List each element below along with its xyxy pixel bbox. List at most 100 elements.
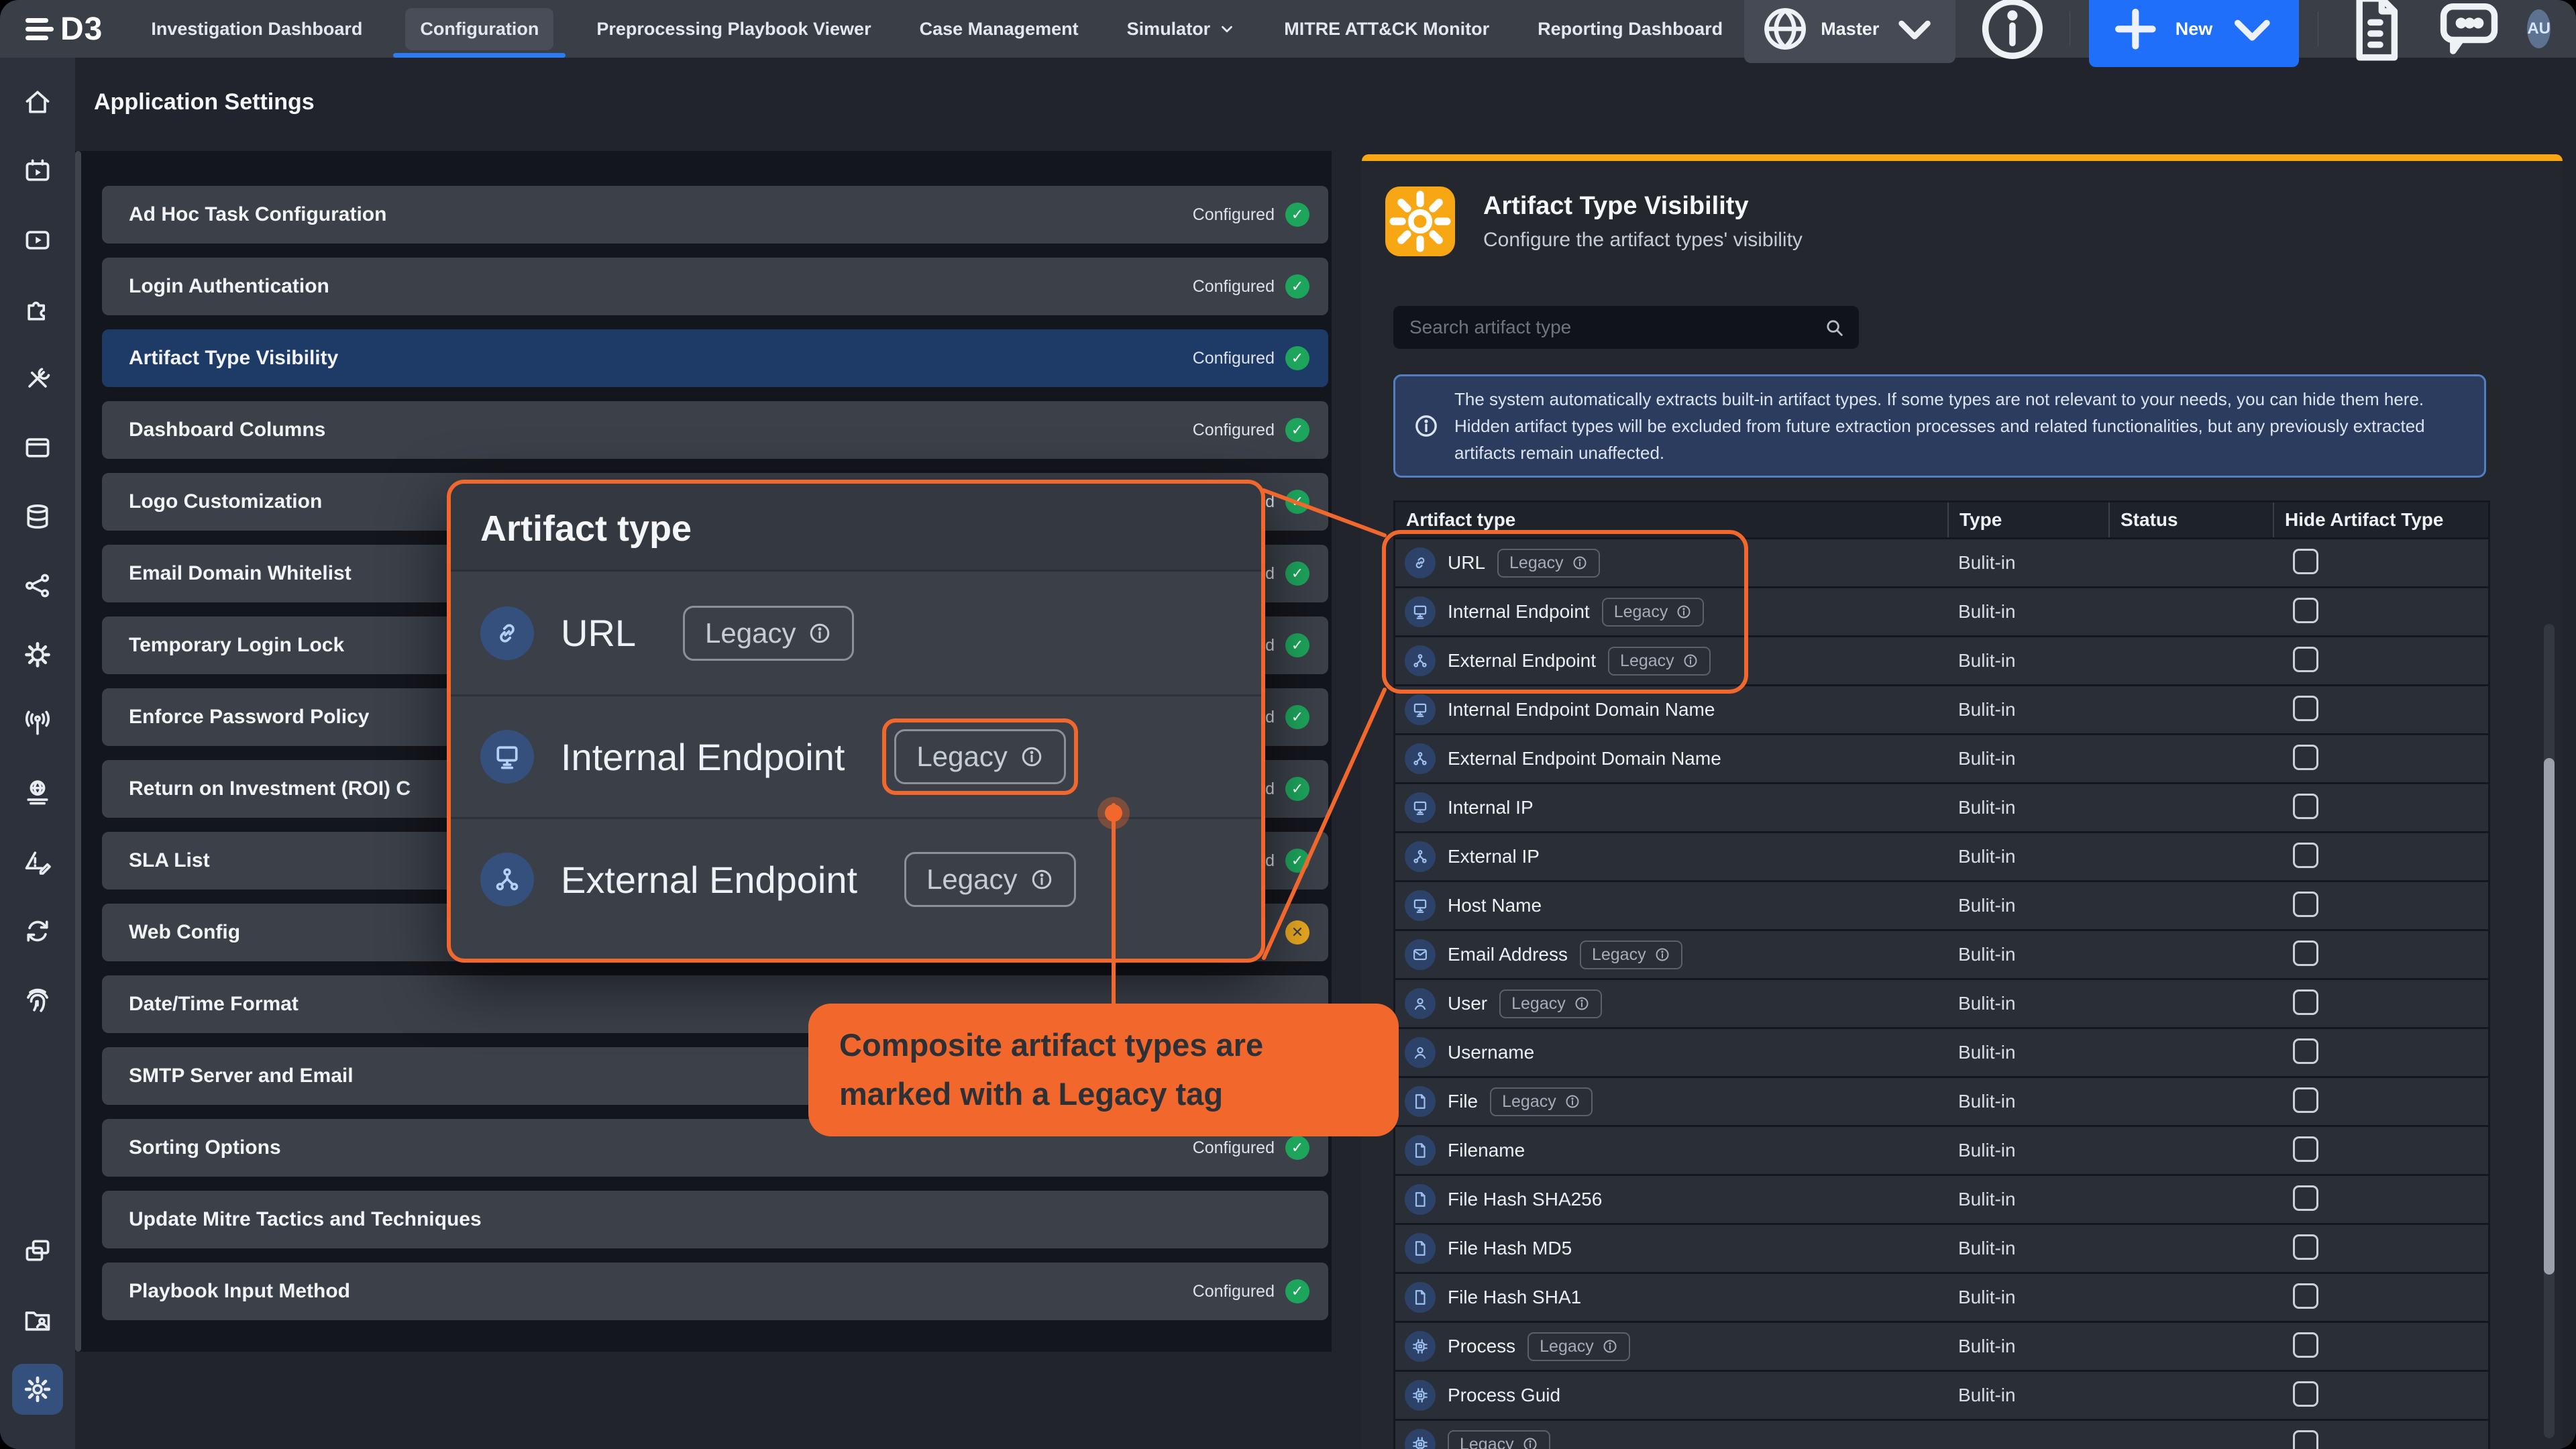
callout-row-external-endpoint: External EndpointLegacy [451, 817, 1261, 940]
artifact-type-label: Filename [1448, 1140, 1525, 1161]
sidebar-item-database[interactable] [12, 491, 63, 542]
legacy-tag[interactable]: Legacy [1580, 941, 1682, 969]
hide-artifact-checkbox[interactable] [2293, 1038, 2318, 1064]
hide-artifact-checkbox[interactable] [2293, 696, 2318, 721]
sidebar-item-calendar-play[interactable] [12, 146, 63, 197]
release-notes-icon[interactable] [2337, 0, 2414, 67]
settings-item-login-authentication[interactable]: Login AuthenticationConfigured✓ [102, 258, 1328, 315]
hide-artifact-checkbox[interactable] [2293, 892, 2318, 917]
menu-bars-icon [25, 18, 54, 40]
panel-scrollbar-thumb[interactable] [2544, 758, 2555, 1275]
sidebar-item-puzzle[interactable] [12, 284, 63, 335]
sidebar-item-share[interactable] [12, 560, 63, 611]
sidebar-item-api-gear[interactable] [12, 629, 63, 680]
sidebar-item-alert-edit[interactable] [12, 837, 63, 888]
settings-item-artifact-type-visibility[interactable]: Artifact Type VisibilityConfigured✓ [102, 329, 1328, 387]
legacy-tag[interactable]: Legacy [683, 606, 854, 661]
type-value: Bulit-in [1947, 944, 2108, 965]
type-value: Bulit-in [1947, 552, 2108, 574]
legacy-tag[interactable]: Legacy [904, 852, 1075, 907]
globe-lines-icon [23, 778, 52, 808]
chat-icon[interactable] [2432, 0, 2509, 67]
tab-mitre-att-ck-monitor[interactable]: MITRE ATT&CK Monitor [1263, 0, 1511, 58]
settings-item-dashboard-columns[interactable]: Dashboard ColumnsConfigured✓ [102, 401, 1328, 459]
fingerprint-icon [23, 985, 52, 1015]
top-nav-bar: D3 Investigation DashboardConfigurationP… [0, 0, 2576, 58]
configured-status: Configured [1193, 1282, 1275, 1301]
settings-item-update-mitre-tactics-and-techniques[interactable]: Update Mitre Tactics and Techniques [102, 1191, 1328, 1248]
legacy-tag[interactable]: Legacy [1527, 1332, 1630, 1361]
share-icon [23, 571, 52, 600]
artifact-visibility-panel: Artifact Type Visibility Configure the a… [1362, 154, 2563, 1449]
callout-row-label: URL [561, 611, 636, 655]
search-icon [1823, 316, 1845, 339]
settings-gear-icon [23, 1375, 52, 1404]
check-badge-icon: ✓ [1285, 561, 1309, 586]
type-value: Bulit-in [1947, 1336, 2108, 1357]
sidebar-item-sync[interactable] [12, 906, 63, 957]
home-icon [23, 87, 52, 117]
sidebar-item-settings-gear[interactable] [12, 1364, 63, 1415]
user-icon [1405, 1037, 1436, 1068]
sidebar-item-playbook[interactable] [12, 215, 63, 266]
hide-artifact-checkbox[interactable] [2293, 1430, 2318, 1449]
sidebar-item-fingerprint[interactable] [12, 975, 63, 1026]
chip-icon [1405, 1429, 1436, 1449]
playbook-icon [23, 225, 52, 255]
settings-item-label: Return on Investment (ROI) C [129, 777, 411, 800]
file-icon [1405, 1184, 1436, 1215]
sidebar-item-folder-user[interactable] [12, 1295, 63, 1346]
hide-artifact-checkbox[interactable] [2293, 549, 2318, 574]
sidebar-item-copy[interactable] [12, 1226, 63, 1277]
tab-simulator[interactable]: Simulator [1106, 0, 1258, 58]
settings-item-playbook-input-method[interactable]: Playbook Input MethodConfigured✓ [102, 1263, 1328, 1320]
table-row-file: FileLegacyBulit-in [1395, 1076, 2488, 1125]
hide-artifact-checkbox[interactable] [2293, 1136, 2318, 1162]
hide-artifact-checkbox[interactable] [2293, 598, 2318, 623]
tab-investigation-dashboard[interactable]: Investigation Dashboard [129, 0, 384, 58]
sidebar-item-tools[interactable] [12, 353, 63, 404]
endpoint-icon [1405, 792, 1436, 823]
legacy-tag[interactable]: Legacy [1448, 1430, 1550, 1449]
hide-artifact-checkbox[interactable] [2293, 745, 2318, 770]
hide-artifact-checkbox[interactable] [2293, 1185, 2318, 1211]
copy-icon [23, 1236, 52, 1266]
mail-icon [1405, 939, 1436, 970]
artifact-type-label: File Hash MD5 [1448, 1238, 1572, 1259]
hide-artifact-checkbox[interactable] [2293, 1283, 2318, 1309]
sidebar-item-home[interactable] [12, 76, 63, 127]
sidebar-item-board[interactable] [12, 422, 63, 473]
table-row-filename: FilenameBulit-in [1395, 1125, 2488, 1174]
d3-logo[interactable]: D3 [25, 11, 103, 48]
app-window: D3 Investigation DashboardConfigurationP… [0, 0, 2576, 1449]
hide-artifact-checkbox[interactable] [2293, 1332, 2318, 1358]
new-button[interactable]: New [2089, 0, 2299, 67]
legacy-tag[interactable]: Legacy [894, 729, 1065, 784]
hide-artifact-checkbox[interactable] [2293, 1234, 2318, 1260]
table-row-file-hash-sha256: File Hash SHA256Bulit-in [1395, 1174, 2488, 1223]
tab-preprocessing-playbook-viewer[interactable]: Preprocessing Playbook Viewer [575, 0, 892, 58]
hide-artifact-checkbox[interactable] [2293, 1087, 2318, 1113]
legacy-tag[interactable]: Legacy [1499, 989, 1602, 1018]
settings-item-ad-hoc-task-configuration[interactable]: Ad Hoc Task ConfigurationConfigured✓ [102, 186, 1328, 244]
sidebar-item-antenna[interactable] [12, 698, 63, 749]
avatar[interactable]: AU [2527, 9, 2551, 48]
tab-configuration[interactable]: Configuration [389, 0, 570, 58]
hide-artifact-checkbox[interactable] [2293, 794, 2318, 819]
site-selector-button[interactable]: Master [1744, 0, 1955, 63]
check-badge-icon: ✓ [1285, 490, 1309, 514]
table-row-username: UsernameBulit-in [1395, 1027, 2488, 1076]
legacy-tag[interactable]: Legacy [1490, 1087, 1593, 1116]
hide-artifact-checkbox[interactable] [2293, 843, 2318, 868]
settings-item-label: Update Mitre Tactics and Techniques [129, 1208, 482, 1231]
search-input[interactable] [1393, 317, 1859, 338]
hide-artifact-checkbox[interactable] [2293, 989, 2318, 1015]
hide-artifact-checkbox[interactable] [2293, 647, 2318, 672]
hide-artifact-checkbox[interactable] [2293, 1381, 2318, 1407]
settings-scrollbar[interactable] [75, 151, 81, 1352]
sidebar-item-globe-lines[interactable] [12, 767, 63, 818]
hide-artifact-checkbox[interactable] [2293, 941, 2318, 966]
info-icon[interactable] [1974, 0, 2051, 67]
tab-reporting-dashboard[interactable]: Reporting Dashboard [1516, 0, 1744, 58]
tab-case-management[interactable]: Case Management [898, 0, 1100, 58]
